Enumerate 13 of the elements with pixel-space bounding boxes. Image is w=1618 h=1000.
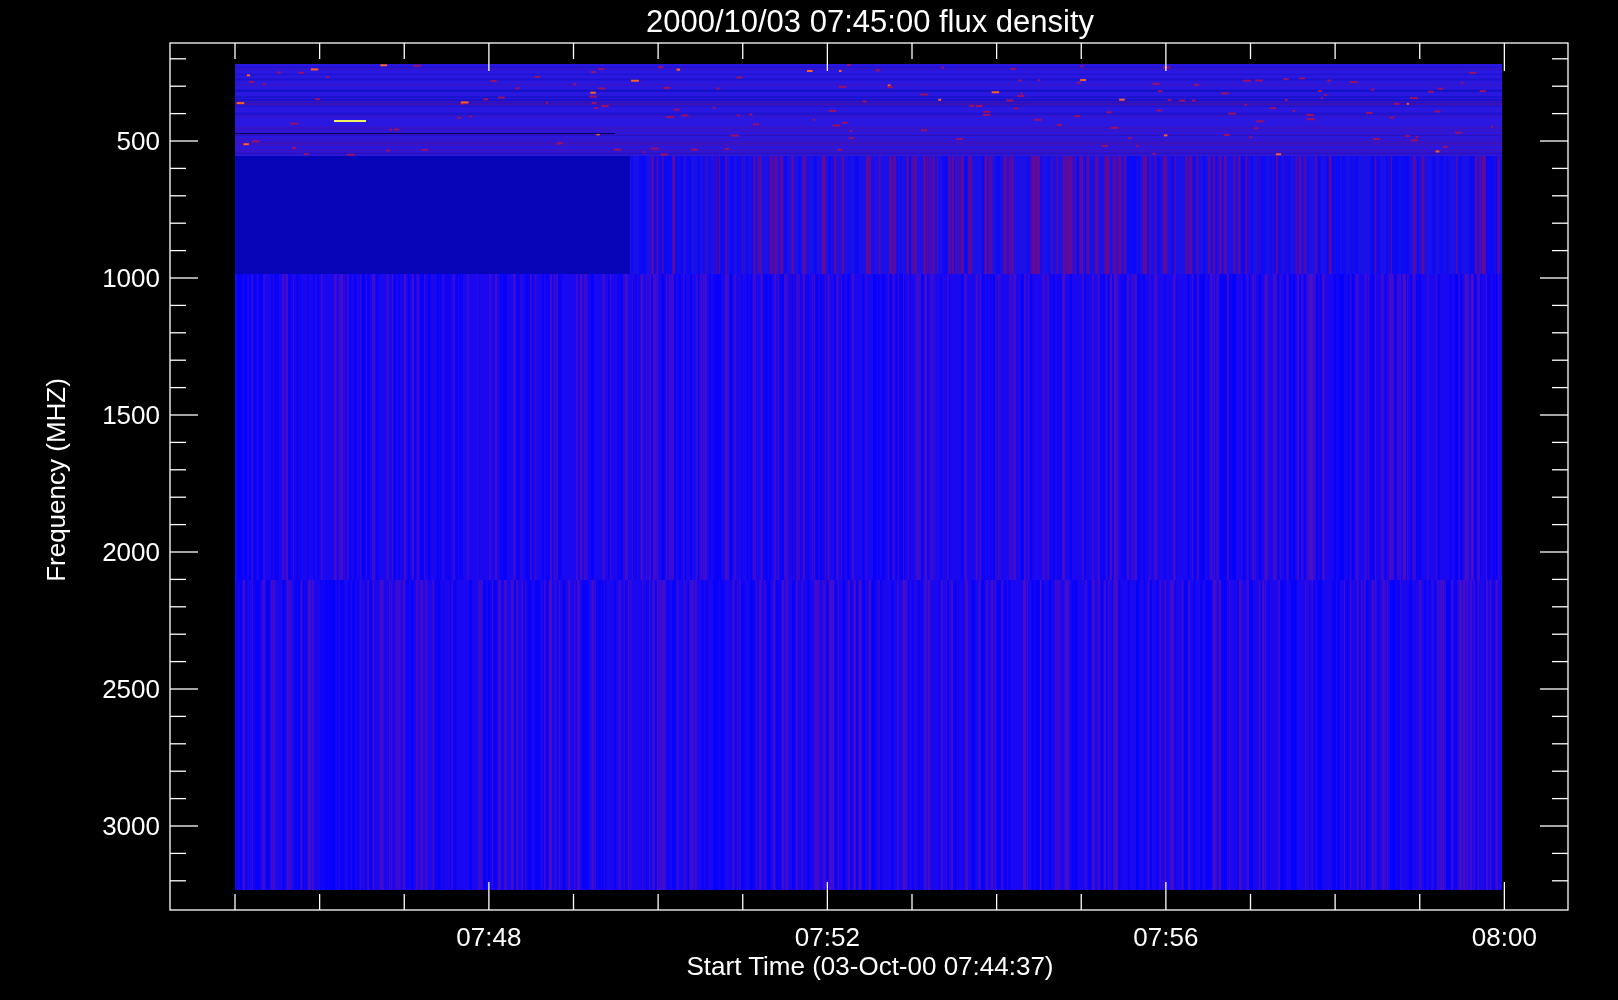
y-tick-label: 1500 xyxy=(102,400,160,430)
y-tick-label: 2500 xyxy=(102,674,160,704)
y-tick-label: 2000 xyxy=(102,537,160,567)
y-axis-title: Frequency (MHZ) xyxy=(41,378,71,582)
plot-title: 2000/10/03 07:45:00 flux density xyxy=(645,4,1095,39)
x-tick-label: 07:52 xyxy=(794,922,860,952)
x-tick-label: 07:48 xyxy=(456,922,522,952)
y-tick-label: 3000 xyxy=(102,811,160,841)
y-tick-label: 1000 xyxy=(102,263,160,293)
x-tick-label: 08:00 xyxy=(1471,922,1537,952)
x-axis-title: Start Time (03-Oct-00 07:44:37) xyxy=(686,951,1054,981)
y-tick-label: 500 xyxy=(116,126,160,156)
x-tick-label: 07:56 xyxy=(1133,922,1199,952)
